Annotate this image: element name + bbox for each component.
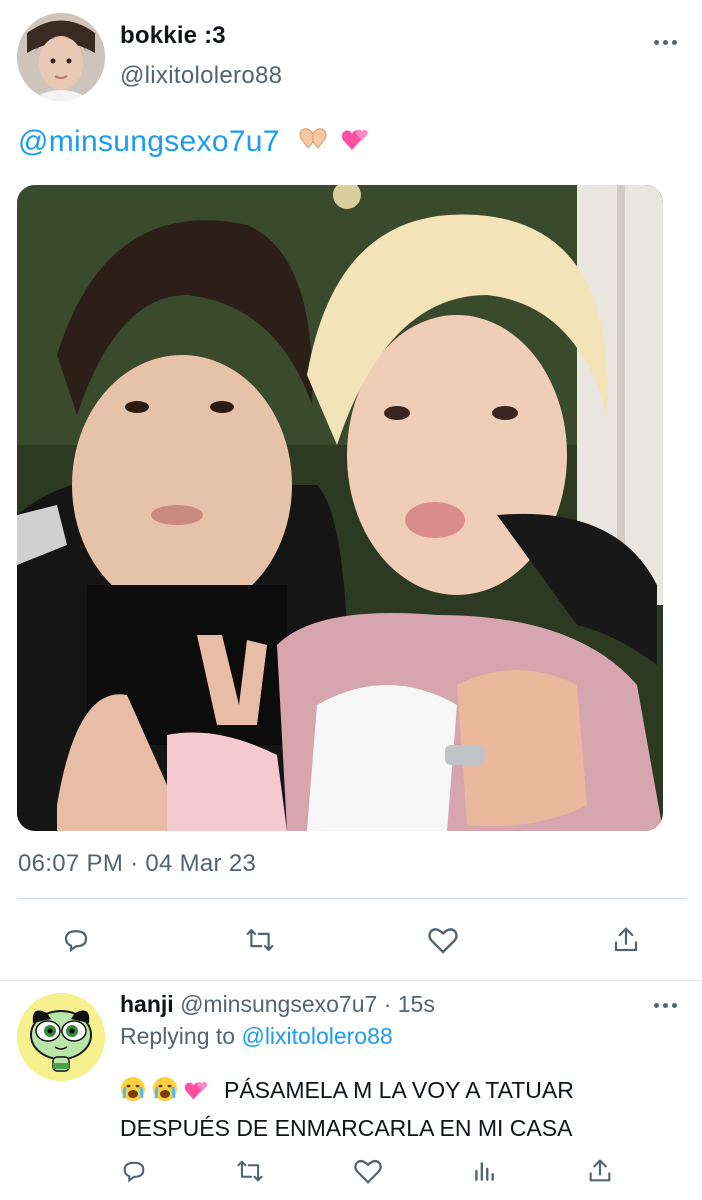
crying-face-emoji [120, 1076, 146, 1111]
reply-text: PÁSAMELA M LA VOY A TATUAR DESPUÉS DE EN… [120, 1073, 680, 1145]
photo-image [17, 185, 663, 831]
tweet-text: @minsungsexo7u7 [18, 125, 371, 160]
author-display-name[interactable]: bokkie :3 [120, 22, 226, 50]
replying-to-label: Replying to [120, 1023, 236, 1049]
divider [18, 898, 686, 899]
reply-handle[interactable]: @minsungsexo7u7 [180, 991, 377, 1017]
like-icon[interactable] [423, 920, 463, 960]
two-hearts-emoji [341, 126, 371, 160]
retweet-icon[interactable] [240, 920, 280, 960]
hands-heart-emoji [298, 126, 328, 160]
reply-avatar[interactable] [17, 993, 105, 1081]
author-avatar[interactable] [17, 13, 105, 101]
reply-retweet-icon[interactable] [230, 1151, 270, 1191]
reply-analytics-icon[interactable] [464, 1151, 504, 1191]
reply-avatar-image [17, 993, 105, 1081]
tweet-photo[interactable] [17, 185, 663, 831]
author-handle[interactable]: @lixitololero88 [120, 62, 282, 90]
meta-separator: · [383, 991, 392, 1017]
tweet-timestamp[interactable]: 06:07 PM · 04 Mar 23 [18, 850, 256, 878]
reply-share-icon[interactable] [580, 1151, 620, 1191]
main-tweet: bokkie :3 @lixitololero88 @minsungsexo7u… [0, 0, 702, 980]
reply-icon[interactable] [56, 920, 96, 960]
reply-like-icon[interactable] [348, 1151, 388, 1191]
reply-header: hanji @minsungsexo7u7 · 15s [120, 991, 435, 1018]
more-options-icon[interactable] [654, 38, 680, 46]
replying-to-handle-link[interactable]: @lixitololero88 [241, 1023, 392, 1049]
reply-display-name[interactable]: hanji [120, 991, 174, 1017]
reply-time[interactable]: 15s [398, 991, 435, 1017]
reply-tweet: hanji @minsungsexo7u7 · 15s Replying to … [0, 981, 702, 1200]
reply-reply-icon[interactable] [114, 1151, 154, 1191]
crying-face-emoji [152, 1076, 178, 1111]
two-hearts-emoji [184, 1077, 210, 1111]
author-avatar-image [17, 13, 105, 101]
reply-more-options-icon[interactable] [654, 1001, 680, 1009]
replying-to: Replying to @lixitololero88 [120, 1023, 393, 1050]
mention-link[interactable]: @minsungsexo7u7 [18, 125, 280, 158]
share-icon[interactable] [606, 920, 646, 960]
